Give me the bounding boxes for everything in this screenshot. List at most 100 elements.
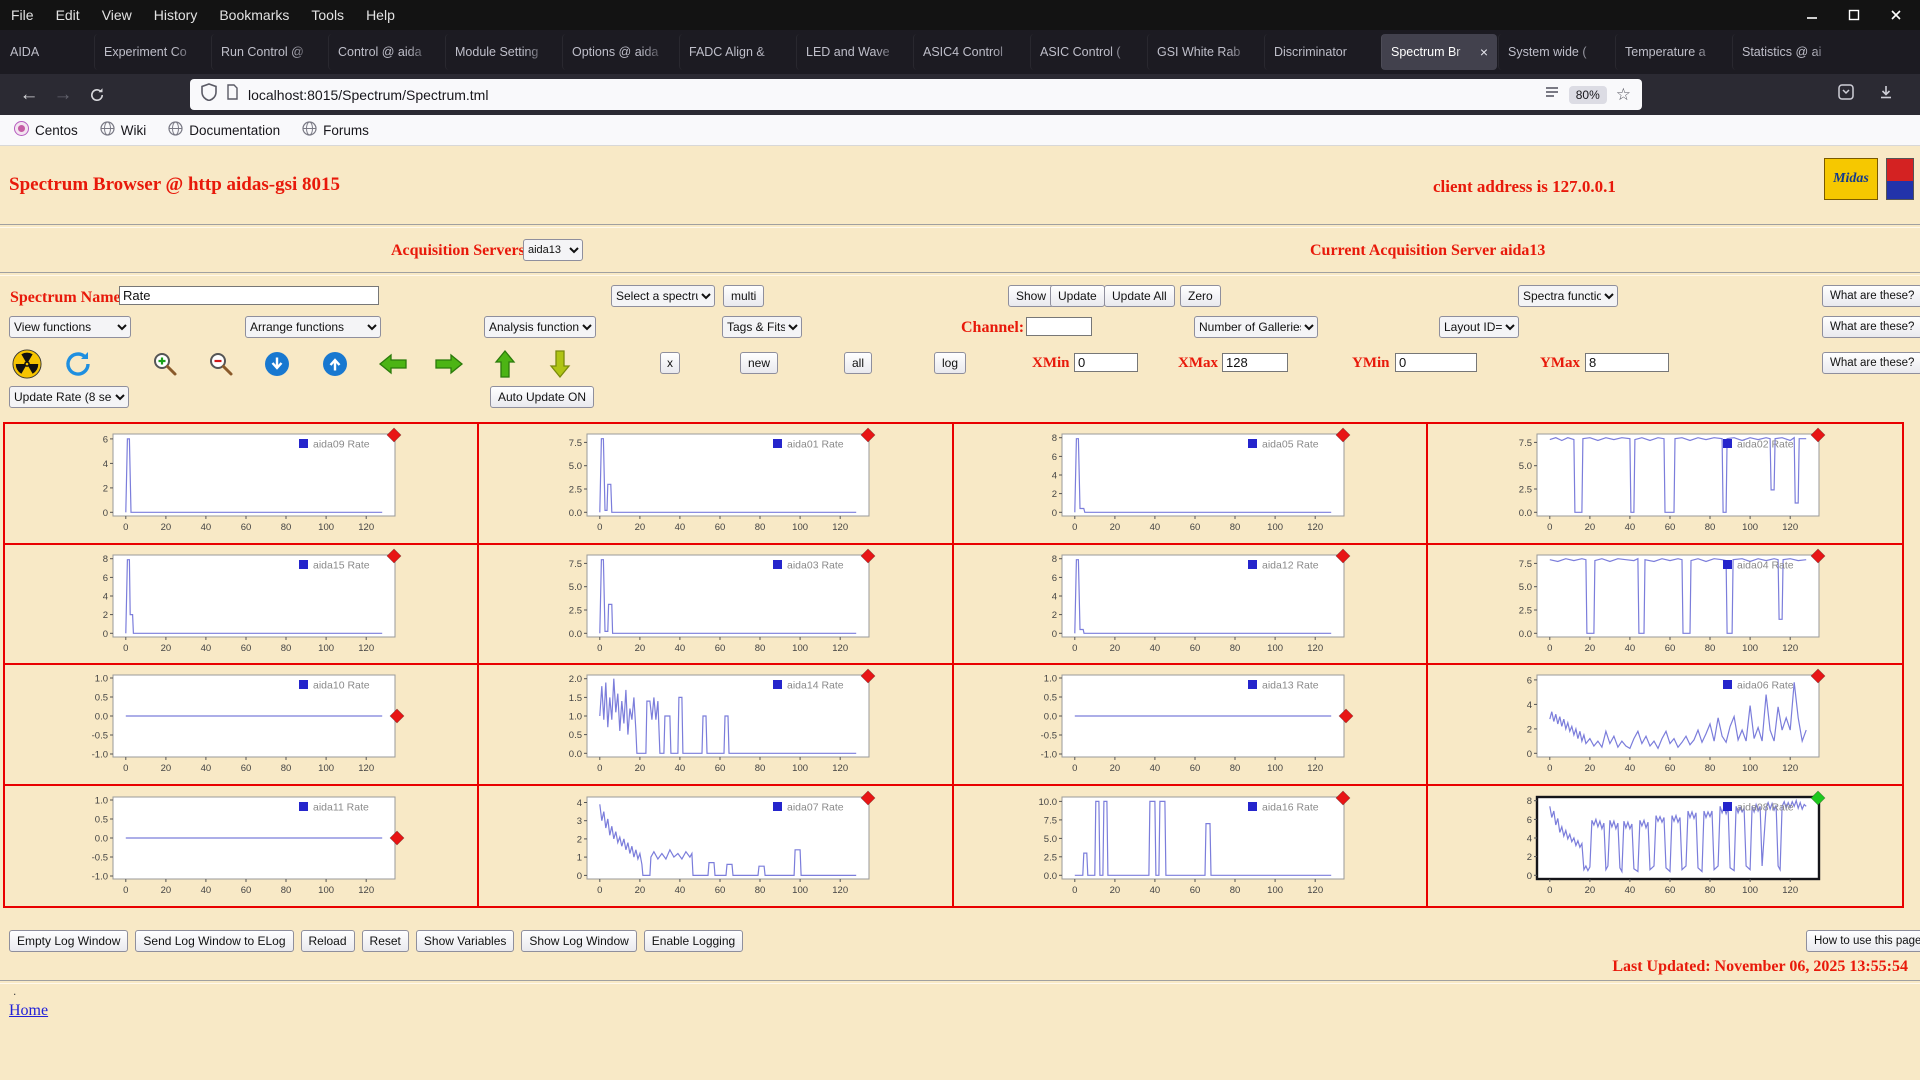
menu-help[interactable]: Help: [355, 7, 406, 23]
tab-system-wide[interactable]: System wide (: [1498, 34, 1614, 70]
reset-button[interactable]: Reset: [362, 930, 409, 952]
shield-icon[interactable]: [201, 83, 217, 106]
tab-control-aida[interactable]: Control @ aida: [328, 34, 444, 70]
bookmark-documentation[interactable]: Documentation: [168, 121, 280, 139]
spectrum-cell-aida16[interactable]: 0204060801001200.02.55.07.510.0aida16 Ra…: [954, 786, 1428, 907]
view-functions-dropdown[interactable]: View functions: [9, 316, 131, 338]
log-button[interactable]: log: [934, 352, 966, 374]
how-to-use-button[interactable]: How to use this page: [1806, 930, 1920, 952]
zoom-out-icon[interactable]: [208, 351, 234, 377]
spectrum-cell-aida03[interactable]: 0204060801001200.02.55.07.5aida03 Rate: [479, 545, 953, 666]
arrow-left-icon[interactable]: [378, 353, 408, 375]
analysis-functions-dropdown[interactable]: Analysis functions: [484, 316, 596, 338]
ymax-input[interactable]: [1585, 353, 1669, 372]
zoom-level-badge[interactable]: 80%: [1569, 86, 1607, 104]
tab-asic-control[interactable]: ASIC Control (: [1030, 34, 1146, 70]
tab-module-setting[interactable]: Module Setting: [445, 34, 561, 70]
reload-button[interactable]: Reload: [301, 930, 355, 952]
auto-update-button[interactable]: Auto Update ON: [490, 386, 594, 408]
send-log-window-to-elog-button[interactable]: Send Log Window to ELog: [135, 930, 293, 952]
update-rate-dropdown[interactable]: Update Rate (8 secs): [9, 386, 129, 408]
xmin-input[interactable]: [1074, 353, 1138, 372]
empty-log-window-button[interactable]: Empty Log Window: [9, 930, 128, 952]
multi-button[interactable]: multi: [723, 285, 764, 307]
menu-edit[interactable]: Edit: [45, 7, 91, 23]
tab-gsi-white-rab[interactable]: GSI White Rab: [1147, 34, 1263, 70]
spectrum-name-input[interactable]: [119, 286, 379, 305]
zero-button[interactable]: Zero: [1180, 285, 1221, 307]
expand-y-icon[interactable]: [264, 351, 290, 377]
refresh-icon[interactable]: [64, 350, 92, 378]
spectrum-cell-aida13[interactable]: 020406080100120-1.0-0.50.00.51.0aida13 R…: [954, 665, 1428, 786]
what-are-these-button-2[interactable]: What are these?: [1822, 316, 1920, 338]
url-text[interactable]: localhost:8015/Spectrum/Spectrum.tml: [248, 87, 1535, 103]
spectrum-cell-aida05[interactable]: 02040608010012002468aida05 Rate: [954, 424, 1428, 545]
menu-bookmarks[interactable]: Bookmarks: [208, 7, 300, 23]
close-button[interactable]: [1890, 9, 1902, 21]
compress-y-icon[interactable]: [322, 351, 348, 377]
arrow-right-icon[interactable]: [434, 353, 464, 375]
page-info-icon[interactable]: [226, 84, 239, 105]
show-log-window-button[interactable]: Show Log Window: [521, 930, 636, 952]
spectrum-cell-aida02[interactable]: 0204060801001200.02.55.07.5aida02 Rate: [1428, 424, 1902, 545]
xmax-input[interactable]: [1222, 353, 1288, 372]
back-button[interactable]: ←: [12, 80, 46, 110]
menu-file[interactable]: File: [0, 7, 45, 23]
select-spectrum-dropdown[interactable]: Select a spectrum: [611, 285, 715, 307]
spectrum-cell-aida01[interactable]: 0204060801001200.02.55.07.5aida01 Rate: [479, 424, 953, 545]
update-all-button[interactable]: Update All: [1104, 285, 1175, 307]
ymin-input[interactable]: [1395, 353, 1477, 372]
radiation-icon[interactable]: [12, 349, 42, 379]
reader-mode-icon[interactable]: [1544, 85, 1560, 104]
downloads-icon[interactable]: [1878, 84, 1894, 105]
tab-asic4-control[interactable]: ASIC4 Control: [913, 34, 1029, 70]
tab-experiment-co[interactable]: Experiment Co: [94, 34, 210, 70]
spectrum-cell-aida04[interactable]: 0204060801001200.02.55.07.5aida04 Rate: [1428, 545, 1902, 666]
tab-run-control[interactable]: Run Control @: [211, 34, 327, 70]
experiment-logo[interactable]: [1886, 158, 1914, 200]
layout-id-dropdown[interactable]: Layout ID=1: [1439, 316, 1519, 338]
what-are-these-button-3[interactable]: What are these?: [1822, 352, 1920, 374]
home-link[interactable]: Home: [9, 1002, 48, 1020]
menu-history[interactable]: History: [143, 7, 209, 23]
tags-fits-dropdown[interactable]: Tags & Fits: [722, 316, 802, 338]
spectrum-cell-aida09[interactable]: 0204060801001200246aida09 Rate: [5, 424, 479, 545]
url-bar[interactable]: localhost:8015/Spectrum/Spectrum.tml 80%…: [190, 79, 1642, 110]
number-of-galleries-dropdown[interactable]: Number of Galleries: [1194, 316, 1318, 338]
tab-close-icon[interactable]: ×: [1480, 44, 1488, 60]
show-variables-button[interactable]: Show Variables: [416, 930, 515, 952]
tab-discriminator[interactable]: Discriminator: [1264, 34, 1380, 70]
what-are-these-button-1[interactable]: What are these?: [1822, 285, 1920, 307]
x-button[interactable]: x: [660, 352, 680, 374]
tab-spectrum-br[interactable]: Spectrum Br×: [1381, 34, 1497, 70]
minimize-button[interactable]: [1806, 9, 1818, 21]
enable-logging-button[interactable]: Enable Logging: [644, 930, 743, 952]
arrange-functions-dropdown[interactable]: Arrange functions: [245, 316, 381, 338]
midas-logo[interactable]: Midas: [1824, 158, 1878, 200]
arrow-down-icon[interactable]: [549, 349, 571, 379]
forward-button[interactable]: →: [46, 80, 80, 110]
bookmark-centos[interactable]: Centos: [14, 121, 78, 139]
new-button[interactable]: new: [740, 352, 778, 374]
tab-temperature-a[interactable]: Temperature a: [1615, 34, 1731, 70]
spectra-functions-dropdown[interactable]: Spectra functions: [1518, 285, 1618, 307]
reload-button[interactable]: [80, 80, 114, 110]
tab-fadc-align[interactable]: FADC Align &: [679, 34, 795, 70]
bookmark-star-icon[interactable]: ☆: [1616, 86, 1631, 103]
spectrum-cell-aida15[interactable]: 02040608010012002468aida15 Rate: [5, 545, 479, 666]
spectrum-cell-aida11[interactable]: 020406080100120-1.0-0.50.00.51.0aida11 R…: [5, 786, 479, 907]
maximize-button[interactable]: [1848, 9, 1860, 21]
show-button[interactable]: Show: [1008, 285, 1054, 307]
acquisition-server-select[interactable]: aida13: [523, 239, 583, 261]
menu-view[interactable]: View: [91, 7, 143, 23]
arrow-up-icon[interactable]: [494, 349, 516, 379]
spectrum-cell-aida07[interactable]: 02040608010012001234aida07 Rate: [479, 786, 953, 907]
zoom-in-icon[interactable]: [152, 351, 178, 377]
update-button[interactable]: Update: [1050, 285, 1105, 307]
bookmark-forums[interactable]: Forums: [302, 121, 369, 139]
tab-statistics-ai[interactable]: Statistics @ ai: [1732, 34, 1848, 70]
spectrum-cell-aida14[interactable]: 0204060801001200.00.51.01.52.0aida14 Rat…: [479, 665, 953, 786]
all-button[interactable]: all: [844, 352, 872, 374]
bookmark-wiki[interactable]: Wiki: [100, 121, 147, 139]
spectrum-cell-aida08[interactable]: 02040608010012002468aida08 Rate: [1428, 786, 1902, 907]
